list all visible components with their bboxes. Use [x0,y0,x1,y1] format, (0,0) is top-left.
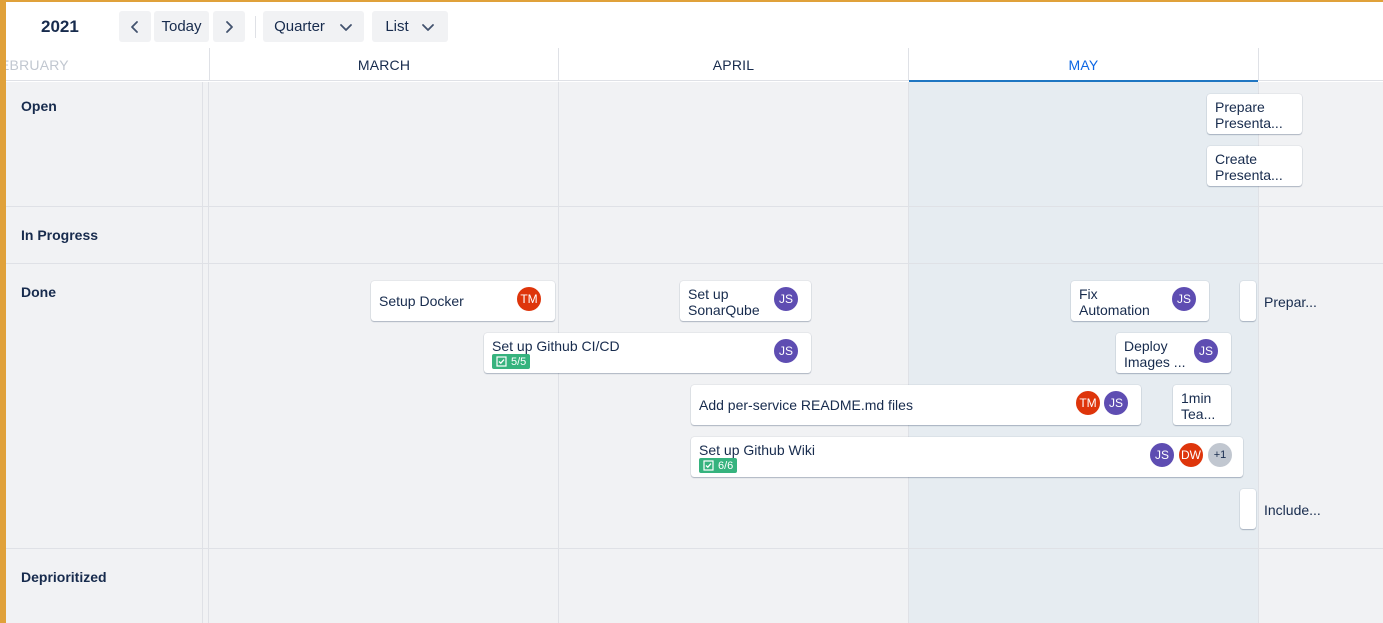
lane-divider [6,548,203,549]
toolbar: 2021 Today Quarter List [6,2,1383,48]
lane-done-label: Done [21,284,56,300]
chevron-down-icon [421,23,434,31]
toolbar-divider [255,16,256,38]
card-deploy-images[interactable]: Deploy Images ... JS [1116,333,1231,373]
card-title-line: 1min [1181,390,1212,406]
card-title: Set up Github Wiki [699,442,815,458]
card-fix-automation[interactable]: Fix Automation JS [1071,281,1209,321]
month-next [1258,48,1383,81]
lane-divider [6,263,1383,264]
range-dropdown[interactable]: Quarter [263,11,364,42]
checkbox-icon [496,356,507,367]
card-create-presentation[interactable]: Create Presenta... [1207,146,1302,186]
month-header: EBRUARY MARCH APRIL MAY [6,48,1383,82]
chevron-down-icon [340,23,352,31]
grid-divider [208,82,209,623]
lane-divider [6,548,1383,549]
lane-divider [6,206,203,207]
card-title-line: Images ... [1124,354,1186,370]
card-setup-docker[interactable]: Setup Docker TM [371,281,555,321]
avatar[interactable]: JS [772,285,800,313]
card-title-line: Fix [1079,286,1098,302]
year-label: 2021 [41,17,79,36]
today-button[interactable]: Today [154,11,209,42]
month-april: APRIL [558,48,908,81]
avatar[interactable]: JS [772,337,800,365]
card-title-line: Deploy [1124,338,1168,354]
more-assignees-badge[interactable]: +1 [1206,441,1234,469]
chevron-right-icon [226,20,233,33]
view-dropdown-label: List [385,18,409,35]
card-title: Prepare Presenta... [1215,99,1283,131]
card-title-line: Presenta... [1215,167,1283,183]
card-github-cicd[interactable]: Set up Github CI/CD 5/5 JS [484,333,811,373]
view-dropdown[interactable]: List [372,11,448,42]
avatar[interactable]: JS [1192,337,1220,365]
card-prepar-label[interactable]: Prepar... [1264,294,1317,310]
avatar[interactable]: JS [1148,441,1176,469]
card-include-stub[interactable] [1240,489,1256,529]
avatar[interactable]: JS [1102,389,1130,417]
card-1min[interactable]: 1min Tea... [1173,385,1231,425]
avatar[interactable]: TM [1074,389,1102,417]
card-title-line: Tea... [1181,406,1216,422]
grid-divider [908,82,909,623]
card-sonarqube[interactable]: Set up SonarQube JS [680,281,811,321]
range-dropdown-label: Quarter [274,18,325,35]
avatar[interactable]: JS [1170,285,1198,313]
checklist-badge: 5/5 [492,354,531,369]
card-title-line: Create [1215,151,1258,167]
card-title: Setup Docker [379,293,464,309]
card-title-line: Set up [688,286,729,302]
card-title-line: Automation [1079,302,1150,318]
card-title-line: Prepare [1215,99,1265,115]
lane-divider [6,263,203,264]
card-title-line: SonarQube [688,302,760,318]
lane-in-progress-label: In Progress [21,227,99,243]
checkbox-icon [703,460,714,471]
checklist-badge: 6/6 [699,458,738,473]
card-title-line: Presenta... [1215,115,1283,131]
month-february-label: EBRUARY [6,56,69,73]
card-title: Fix Automation [1079,286,1150,318]
month-may-current: MAY [908,48,1258,82]
next-button[interactable] [213,11,245,42]
card-title: 1min Tea... [1181,390,1215,422]
card-prepare-presentation[interactable]: Prepare Presenta... [1207,94,1302,134]
avatar[interactable]: TM [515,285,543,313]
card-title: Deploy Images ... [1124,338,1185,370]
checklist-count: 6/6 [718,459,734,472]
card-title: Add per-service README.md files [699,397,913,413]
month-february: EBRUARY [6,48,208,81]
card-github-wiki[interactable]: Set up Github Wiki 6/6 JS DW +1 [691,437,1243,477]
chevron-left-icon [131,20,138,33]
previous-button[interactable] [119,11,151,42]
lane-divider [6,206,1383,207]
card-title: Set up SonarQube [688,286,760,318]
card-include-label[interactable]: Include... [1264,502,1321,518]
lane-deprioritized-label: Deprioritized [21,569,107,585]
card-title: Create Presenta... [1215,151,1283,183]
card-readme[interactable]: Add per-service README.md files TM JS [691,385,1141,425]
card-prepar-stub[interactable] [1240,281,1256,321]
lane-open-label: Open [21,98,57,114]
checklist-count: 5/5 [511,355,527,368]
avatar[interactable]: DW [1177,441,1205,469]
lane-label-column: Open In Progress Done Deprioritized [6,82,203,623]
card-title: Set up Github CI/CD [492,338,620,354]
month-march: MARCH [209,48,558,81]
